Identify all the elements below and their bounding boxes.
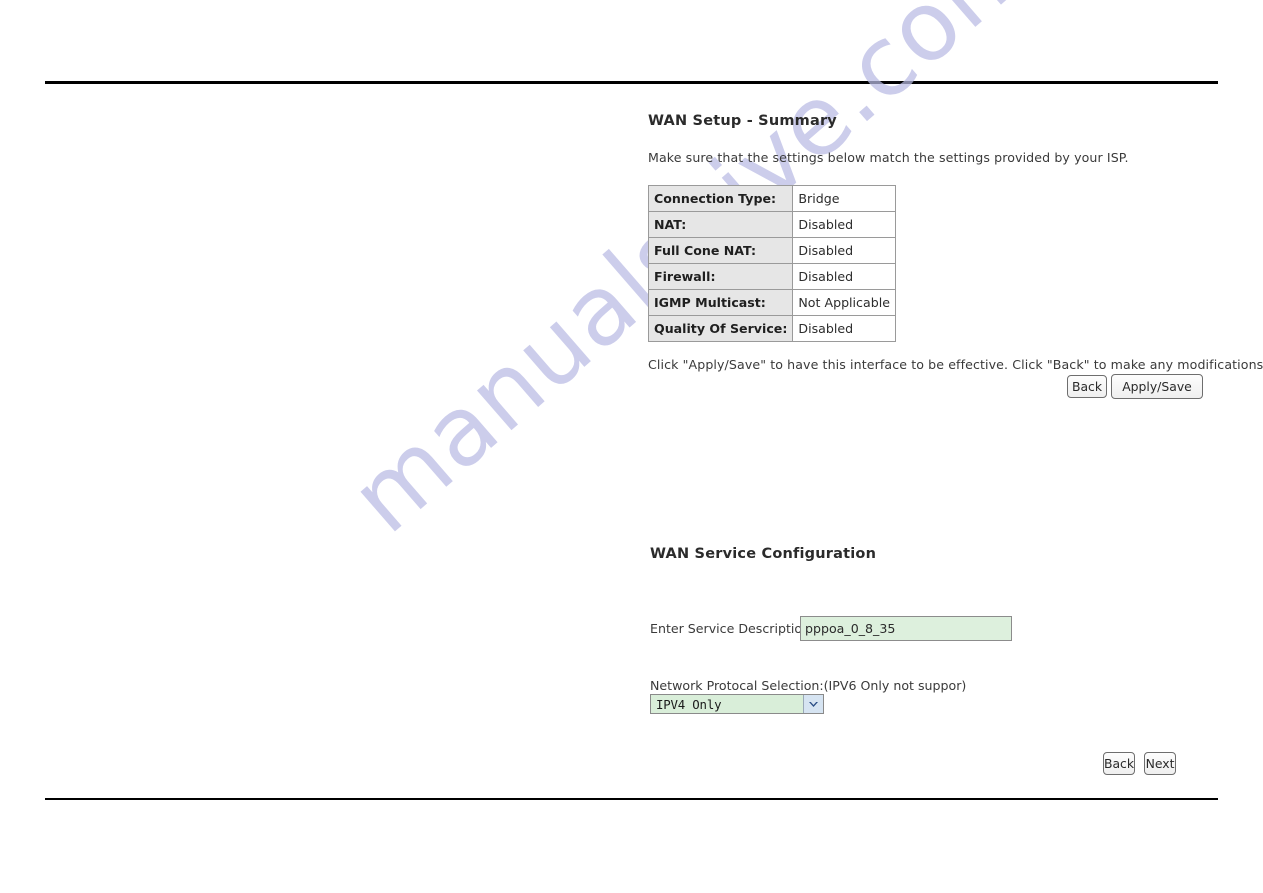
summary-value-igmp-multicast: Not Applicable xyxy=(792,289,896,316)
wan-service-configuration-title: WAN Service Configuration xyxy=(650,546,877,562)
network-protocol-label: Network Protocal Selection:(IPV6 Only no… xyxy=(650,678,967,693)
summary-value-nat: Disabled xyxy=(792,211,896,238)
summary-key-igmp-multicast: IGMP Multicast: xyxy=(647,289,794,316)
back-button-summary[interactable]: Back xyxy=(1067,375,1107,398)
summary-key-full-cone-nat: Full Cone NAT: xyxy=(647,237,794,264)
table-row: Full Cone NAT: Disabled xyxy=(647,237,896,264)
wan-setup-summary-title: WAN Setup - Summary xyxy=(648,113,837,129)
content-area: WAN Setup - Summary Make sure that the s… xyxy=(0,0,1263,893)
back-button-wan-service[interactable]: Back xyxy=(1103,752,1135,775)
wan-summary-table: Connection Type: Bridge NAT: Disabled Fu… xyxy=(647,185,896,342)
apply-save-button[interactable]: Apply/Save xyxy=(1111,374,1203,399)
next-button-wan-service[interactable]: Next xyxy=(1144,752,1176,775)
table-row: Quality Of Service: Disabled xyxy=(647,315,896,342)
service-description-input[interactable] xyxy=(800,616,1012,641)
table-row: IGMP Multicast: Not Applicable xyxy=(647,289,896,316)
summary-value-firewall: Disabled xyxy=(792,263,896,290)
network-protocol-selected-value: IPV4 Only xyxy=(656,696,722,712)
summary-value-connection-type: Bridge xyxy=(792,185,896,212)
summary-value-full-cone-nat: Disabled xyxy=(792,237,896,264)
summary-intro-text: Make sure that the settings below match … xyxy=(648,150,1129,165)
summary-key-connection-type: Connection Type: xyxy=(647,185,794,212)
apply-save-instruction: Click "Apply/Save" to have this interfac… xyxy=(648,357,1263,372)
chevron-down-icon[interactable] xyxy=(803,695,823,713)
table-row: Connection Type: Bridge xyxy=(647,185,896,212)
table-row: Firewall: Disabled xyxy=(647,263,896,290)
summary-key-firewall: Firewall: xyxy=(647,263,794,290)
table-row: NAT: Disabled xyxy=(647,211,896,238)
network-protocol-select[interactable]: IPV4 Only xyxy=(650,694,824,714)
service-description-label: Enter Service Description: xyxy=(650,621,815,636)
summary-value-quality-of-service: Disabled xyxy=(792,315,896,342)
page-root: manualshive.com WAN Setup - Summary Make… xyxy=(0,0,1263,893)
summary-key-quality-of-service: Quality Of Service: xyxy=(647,315,794,342)
summary-key-nat: NAT: xyxy=(647,211,794,238)
